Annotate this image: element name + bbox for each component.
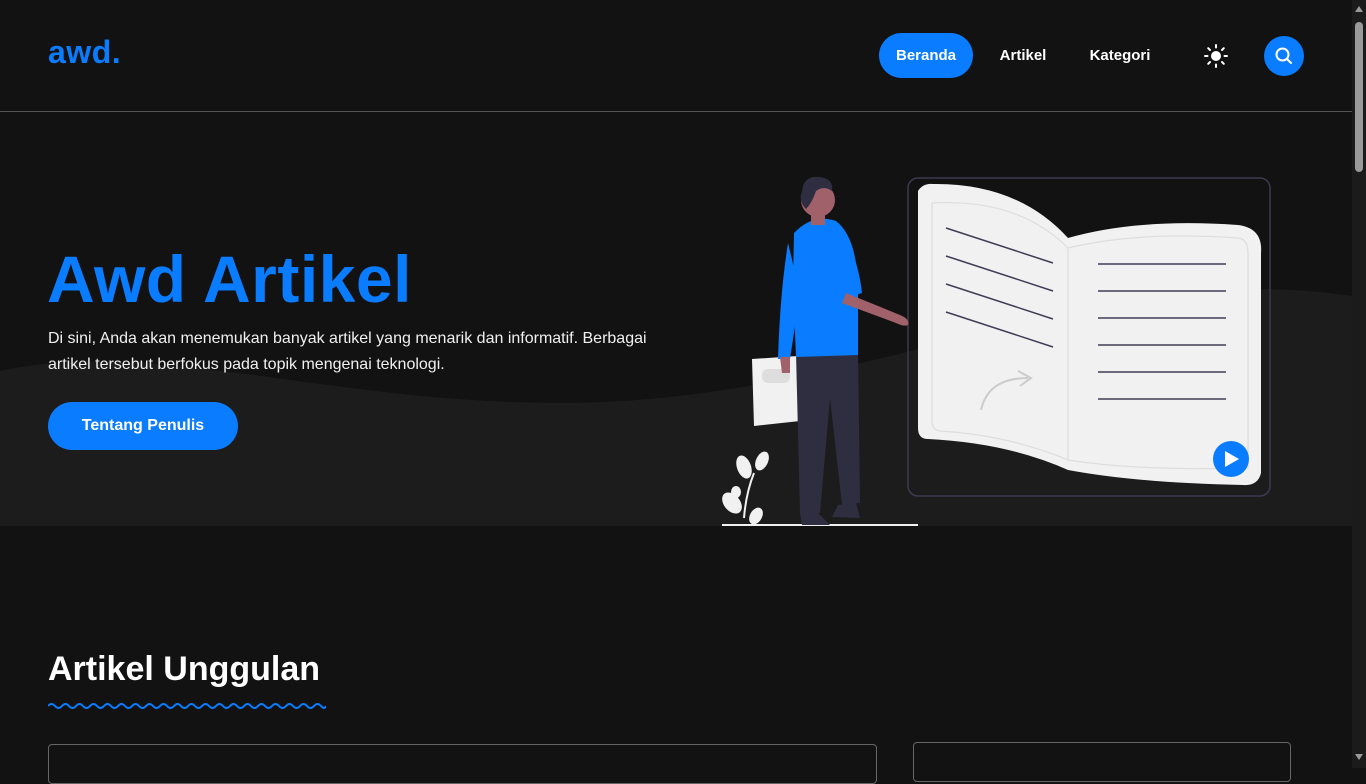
nav-artikel[interactable]: Artikel: [986, 33, 1060, 78]
page-scrollbar[interactable]: [1352, 0, 1366, 768]
nav-kategori[interactable]: Kategori: [1078, 33, 1162, 78]
reading-person-illustration: [722, 176, 1271, 526]
featured-section-title: Artikel Unggulan: [48, 650, 321, 688]
featured-article-card-main[interactable]: [48, 744, 877, 784]
hero-section: Awd Artikel Di sini, Anda akan menemukan…: [0, 113, 1352, 526]
search-icon: [1275, 47, 1292, 64]
about-author-button[interactable]: Tentang Penulis: [48, 402, 238, 450]
site-header: awd. Beranda Artikel Kategori: [0, 0, 1352, 112]
sun-icon: [1204, 44, 1228, 68]
hero-title: Awd Artikel: [47, 242, 412, 316]
title-underline-squiggle: [48, 703, 326, 709]
nav-beranda[interactable]: Beranda: [879, 33, 973, 78]
scroll-down-arrow[interactable]: [1355, 754, 1363, 760]
search-button[interactable]: [1264, 36, 1304, 76]
site-logo[interactable]: awd.: [48, 34, 121, 71]
theme-toggle-button[interactable]: [1198, 38, 1234, 74]
scroll-thumb[interactable]: [1355, 22, 1363, 172]
hero-description: Di sini, Anda akan menemukan banyak arti…: [48, 330, 647, 373]
scroll-up-arrow[interactable]: [1355, 6, 1363, 12]
featured-article-card-side[interactable]: [913, 742, 1291, 782]
